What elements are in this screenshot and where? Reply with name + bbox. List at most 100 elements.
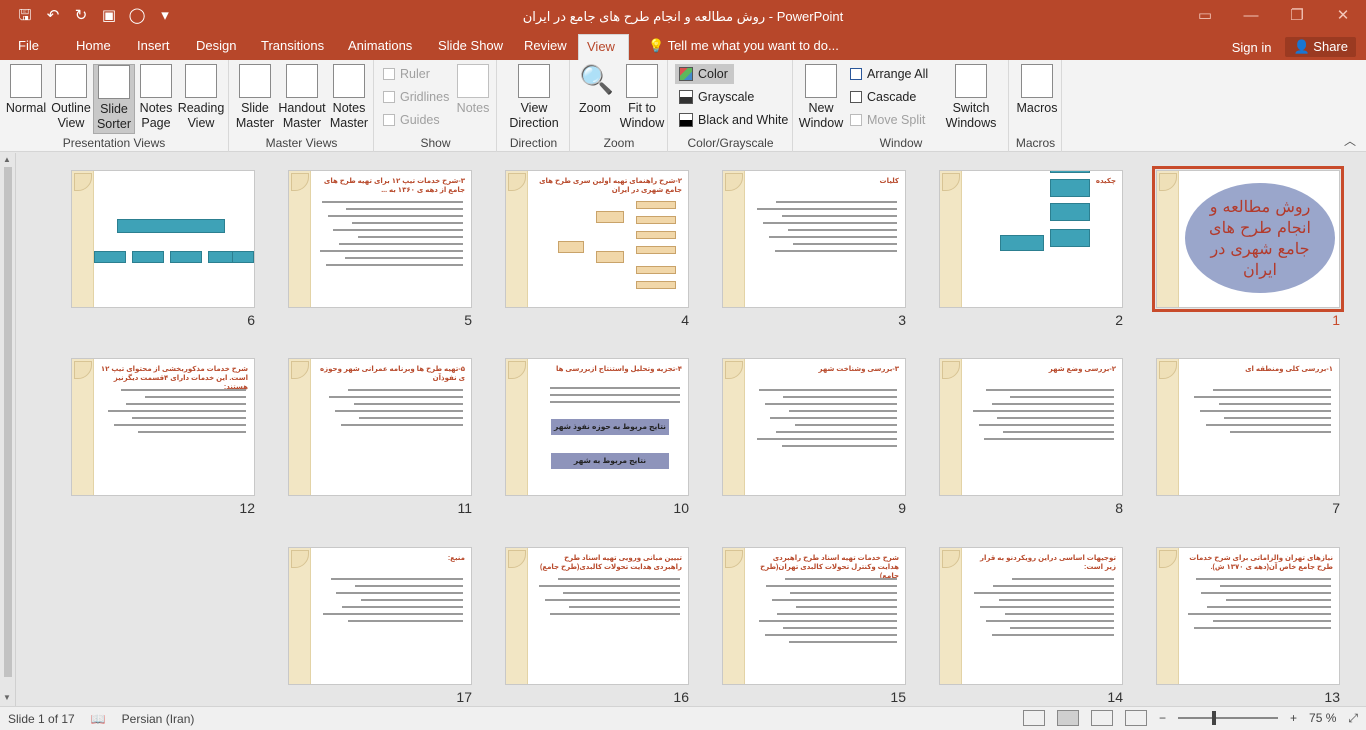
group-label: Show xyxy=(420,136,451,150)
tab-slide-show[interactable]: Slide Show xyxy=(430,34,511,60)
tab-file[interactable]: File xyxy=(10,34,47,60)
switch-windows-icon xyxy=(955,64,987,98)
slideshow-view-icon[interactable] xyxy=(1125,710,1147,726)
minimize-icon[interactable]: — xyxy=(1228,0,1274,32)
tab-review[interactable]: Review xyxy=(516,34,575,60)
slide-thumbnail[interactable]: چکیده xyxy=(939,170,1123,308)
normal-view-icon[interactable] xyxy=(1023,710,1045,726)
slide-decoration xyxy=(72,171,94,307)
fit-to-window-button[interactable]: Fit to Window xyxy=(619,64,665,131)
slide-thumbnail[interactable]: ۳-بررسی وشناخت شهر xyxy=(722,358,906,496)
zoom-in-icon[interactable]: + xyxy=(1290,711,1297,725)
customize-icon[interactable]: ▾ xyxy=(154,5,176,27)
undo-icon[interactable]: ↶ xyxy=(42,5,64,27)
slide-thumbnail[interactable]: ۲-بررسی وضع شهر xyxy=(939,358,1123,496)
slide-title: منبع: xyxy=(447,555,465,562)
slide-number: 9 xyxy=(898,500,906,516)
share-button[interactable]: 👤 Share xyxy=(1285,37,1356,57)
slide-master-icon xyxy=(239,64,271,98)
slide-thumbnail[interactable] xyxy=(71,170,255,308)
gridlines-checkbox[interactable]: Gridlines xyxy=(383,87,449,107)
slide-thumbnail[interactable]: روش مطالعه و انجام طرح های جامع شهری در … xyxy=(1152,166,1344,312)
vertical-scrollbar[interactable]: ▲ ▼ xyxy=(0,153,16,706)
ribbon-tabs: File Home Insert Design Transitions Anim… xyxy=(0,34,1366,60)
slide-thumbnail[interactable]: نیازهای تهران والزاماتی برای شرح خدمات ط… xyxy=(1156,547,1340,685)
zoom-slider[interactable] xyxy=(1178,711,1279,725)
close-icon[interactable]: ✕ xyxy=(1320,0,1366,32)
slide-thumbnail[interactable]: توجیهات اساسی دراین رویکردنو به قرار زیر… xyxy=(939,547,1123,685)
slide-title: نیازهای تهران والزاماتی برای شرح خدمات ط… xyxy=(1189,555,1333,571)
black-and-white-button[interactable]: Black and White xyxy=(679,110,788,130)
tab-insert[interactable]: Insert xyxy=(129,34,178,60)
scroll-down-icon[interactable]: ▼ xyxy=(3,693,11,702)
handout-master-button[interactable]: Handout Master xyxy=(278,64,326,131)
view-direction-button[interactable]: View Direction xyxy=(504,64,564,131)
tell-me-search[interactable]: 💡 Tell me what you want to do... xyxy=(640,34,847,60)
normal-button[interactable]: Normal xyxy=(4,64,48,116)
scroll-up-icon[interactable]: ▲ xyxy=(3,155,11,164)
slide-body-text xyxy=(753,389,897,452)
present-icon[interactable]: ▣ xyxy=(98,5,120,27)
slide-decoration xyxy=(506,548,528,684)
ruler-checkbox[interactable]: Ruler xyxy=(383,64,430,84)
macros-button[interactable]: Macros xyxy=(1015,64,1059,116)
notes-button[interactable]: Notes xyxy=(455,64,491,116)
ribbon-display-icon[interactable]: ▭ xyxy=(1182,0,1228,32)
slide-master-button[interactable]: Slide Master xyxy=(234,64,276,131)
notes-master-button[interactable]: Notes Master xyxy=(328,64,370,131)
slide-button: نتایج مربوط به حوزه نفوذ شهر xyxy=(551,419,669,435)
slide-thumbnail[interactable]: ۳-شرح خدمات تیپ ۱۲ برای تهیه طرح های جام… xyxy=(288,170,472,308)
notes-page-button[interactable]: Notes Page xyxy=(136,64,176,131)
record-icon[interactable]: ◯ xyxy=(126,5,148,27)
tab-animations[interactable]: Animations xyxy=(340,34,420,60)
zoom-button[interactable]: 🔍 Zoom xyxy=(575,64,615,116)
diagram-box xyxy=(232,251,254,263)
slide-thumbnail[interactable]: شرح خدمات تهیه اسناد طرح راهبردی هدایت و… xyxy=(722,547,906,685)
maximize-icon[interactable]: ❐ xyxy=(1274,0,1320,32)
slide-thumbnail[interactable]: ۵-تهیه طرح ها وبرنامه عمرانی شهر وحوزه ی… xyxy=(288,358,472,496)
switch-windows-button[interactable]: Switch Windows xyxy=(942,64,1000,131)
tab-transitions[interactable]: Transitions xyxy=(253,34,332,60)
fit-slide-icon[interactable]: ⤢ xyxy=(1348,711,1358,726)
slide-sorter-view-icon[interactable] xyxy=(1057,710,1079,726)
slide-thumbnail[interactable]: ۱-بررسی کلی ومنطقه ای xyxy=(1156,358,1340,496)
slide-thumbnail[interactable]: ۲-شرح راهنمای تهیه اولین سری طرح های جام… xyxy=(505,170,689,308)
macros-group: Macros Macros xyxy=(1010,60,1062,152)
slide-thumbnail[interactable]: کلیات xyxy=(722,170,906,308)
move-split-button[interactable]: Move Split xyxy=(850,110,925,130)
cascade-button[interactable]: Cascade xyxy=(850,87,916,107)
slide-thumbnail[interactable]: ۴-تجزیه وتحلیل واستنتاج ازبررسی ها نتایج … xyxy=(505,358,689,496)
slide-sorter-button[interactable]: Slide Sorter xyxy=(93,64,135,134)
zoom-slider-knob[interactable] xyxy=(1212,711,1217,725)
slide-decoration xyxy=(723,171,745,307)
grayscale-button[interactable]: Grayscale xyxy=(679,87,754,107)
slide-thumbnail[interactable]: شرح خدمات مذکوربخشی از محتوای تیپ ۱۲ است… xyxy=(71,358,255,496)
language-indicator[interactable]: Persian (Iran) xyxy=(122,712,195,726)
diagram-box xyxy=(1050,171,1090,173)
slide-number: 1 xyxy=(1332,312,1340,328)
slide-thumbnail[interactable]: منبع: xyxy=(288,547,472,685)
collapse-ribbon-icon[interactable]: ︿ xyxy=(1344,132,1356,149)
reading-view-button[interactable]: Reading View xyxy=(177,64,225,131)
redo-icon[interactable]: ↻ xyxy=(70,5,92,27)
outline-view-button[interactable]: Outline View xyxy=(50,64,92,131)
tell-me-text: Tell me what you want to do... xyxy=(667,38,839,53)
zoom-out-icon[interactable]: − xyxy=(1159,711,1166,725)
color-button[interactable]: Color xyxy=(675,64,734,84)
slide-thumbnail[interactable]: تبیین مبانی ورویی تهیه اسناد طرح راهبردی… xyxy=(505,547,689,685)
slide-title: ۲-شرح راهنمای تهیه اولین سری طرح های جام… xyxy=(539,178,682,194)
tab-view[interactable]: View xyxy=(578,34,629,60)
spellcheck-icon[interactable]: 📖 xyxy=(91,712,106,726)
scroll-thumb[interactable] xyxy=(4,167,12,677)
zoom-level[interactable]: 75 % xyxy=(1309,711,1336,725)
tab-home[interactable]: Home xyxy=(68,34,119,60)
tab-design[interactable]: Design xyxy=(188,34,244,60)
slide-body-text xyxy=(1187,389,1331,438)
save-icon[interactable]: 🖫 xyxy=(14,5,36,27)
slide-title: ۳-بررسی وشناخت شهر xyxy=(818,366,899,373)
reading-view-icon[interactable] xyxy=(1091,710,1113,726)
new-window-button[interactable]: New Window xyxy=(798,64,844,131)
sign-in-link[interactable]: Sign in xyxy=(1232,40,1272,55)
arrange-all-button[interactable]: Arrange All xyxy=(850,64,928,84)
guides-checkbox[interactable]: Guides xyxy=(383,110,440,130)
